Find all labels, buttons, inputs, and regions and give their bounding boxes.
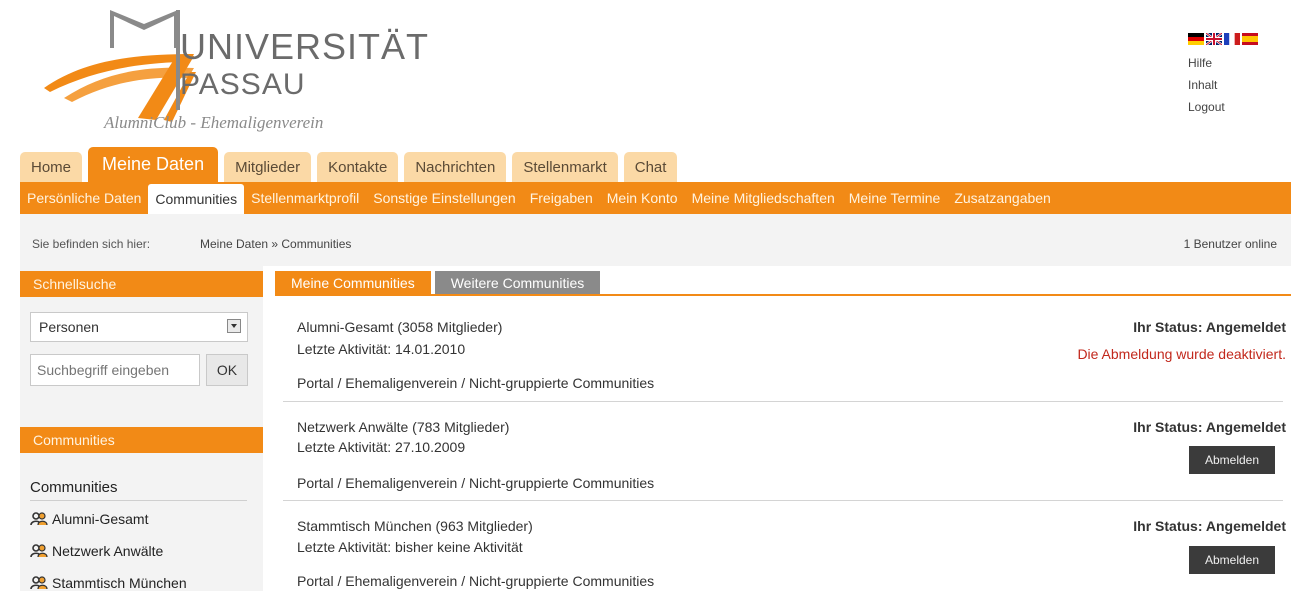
subtab-meine-mitgliedschaften[interactable]: Meine Mitgliedschaften: [685, 182, 842, 214]
subtab-freigaben[interactable]: Freigaben: [523, 182, 600, 214]
sub-navigation: Persönliche Daten Communities Stellenmar…: [20, 182, 1291, 214]
tab-chat[interactable]: Chat: [623, 152, 678, 182]
language-flags: [1188, 33, 1258, 49]
chevron-down-icon[interactable]: [227, 319, 241, 333]
users-online-count: 1 Benutzer online: [1183, 237, 1277, 251]
community-title: Netzwerk Anwälte (783 Mitglieder): [297, 419, 510, 435]
breadcrumb-label: Sie befinden sich hier:: [32, 237, 151, 251]
search-ok-button[interactable]: OK: [206, 354, 248, 386]
unsubscribe-button[interactable]: Abmelden: [1189, 446, 1275, 474]
help-link[interactable]: Hilfe: [1188, 52, 1225, 74]
community-path: Portal / Ehemaligenverein / Nicht-gruppi…: [297, 375, 655, 391]
membership-status: Ihr Status: Angemeldet: [1133, 518, 1286, 534]
search-input[interactable]: [30, 354, 200, 386]
unsubscribe-disabled-note: Die Abmeldung wurde deaktiviert.: [1077, 346, 1286, 362]
community-activity: Letzte Aktivität: bisher keine Aktivität: [297, 539, 523, 555]
brand-passau: PASSAU: [180, 68, 306, 101]
unsubscribe-button[interactable]: Abmelden: [1189, 546, 1275, 574]
search-type-value: Personen: [39, 319, 99, 335]
community-title: Stammtisch München (963 Mitglieder): [297, 518, 533, 534]
logout-link[interactable]: Logout: [1188, 96, 1225, 118]
row-divider: [283, 500, 1283, 501]
search-type-select[interactable]: Personen: [30, 312, 248, 342]
community-path: Portal / Ehemaligenverein / Nicht-gruppi…: [297, 475, 655, 491]
community-title: Alumni-Gesamt (3058 Mitglieder): [297, 319, 503, 335]
community-link-label: Netzwerk Anwälte: [52, 543, 164, 559]
community-link-alumni-gesamt[interactable]: Alumni-Gesamt: [30, 511, 148, 527]
uk-flag-icon[interactable]: [1206, 33, 1222, 45]
tab-underline: [275, 294, 1291, 296]
subtab-persoenliche-daten[interactable]: Persönliche Daten: [20, 182, 148, 214]
tab-nachrichten[interactable]: Nachrichten: [404, 152, 507, 182]
membership-status: Ihr Status: Angemeldet: [1133, 319, 1286, 335]
communities-header: Communities: [20, 427, 263, 453]
divider: [30, 500, 247, 501]
community-path: Portal / Ehemaligenverein / Nicht-gruppi…: [297, 573, 655, 589]
community-link-stammtisch-muenchen[interactable]: Stammtisch München: [30, 575, 187, 591]
contents-link[interactable]: Inhalt: [1188, 74, 1225, 96]
spanish-flag-icon[interactable]: [1242, 33, 1258, 45]
brand-university: UNIVERSITÄT: [180, 26, 430, 67]
community-activity: Letzte Aktivität: 27.10.2009: [297, 439, 466, 455]
group-icon: [30, 544, 48, 558]
main-navigation: Home Meine Daten Mitglieder Kontakte Nac…: [20, 147, 678, 182]
membership-status: Ihr Status: Angemeldet: [1133, 419, 1286, 435]
breadcrumb-bar: Sie befinden sich hier: Meine Daten » Co…: [20, 214, 1291, 266]
subtab-meine-termine[interactable]: Meine Termine: [842, 182, 948, 214]
community-link-netzwerk-anwaelte[interactable]: Netzwerk Anwälte: [30, 543, 163, 559]
subtab-sonstige-einstellungen[interactable]: Sonstige Einstellungen: [366, 182, 522, 214]
community-link-label: Alumni-Gesamt: [52, 511, 149, 527]
tab-weitere-communities[interactable]: Weitere Communities: [434, 271, 601, 295]
communities-list-title: Communities: [30, 479, 118, 496]
community-link-label: Stammtisch München: [52, 575, 187, 591]
brand-subtitle: AlumniClub - Ehemaligenverein: [104, 113, 324, 132]
community-activity: Letzte Aktivität: 14.01.2010: [297, 341, 466, 357]
top-links: Hilfe Inhalt Logout: [1188, 52, 1225, 118]
tab-meine-communities[interactable]: Meine Communities: [275, 271, 431, 295]
row-divider: [283, 401, 1283, 402]
italian-flag-icon[interactable]: [1224, 33, 1240, 45]
quicksearch-header: Schnellsuche: [20, 271, 263, 297]
sidebar: Schnellsuche Personen OK Communities Com…: [20, 266, 263, 591]
subtab-zusatzangaben[interactable]: Zusatzangaben: [947, 182, 1058, 214]
group-icon: [30, 576, 48, 590]
tab-meine-daten[interactable]: Meine Daten: [88, 147, 219, 182]
group-icon: [30, 512, 48, 526]
subtab-mein-konto[interactable]: Mein Konto: [600, 182, 685, 214]
subtab-communities[interactable]: Communities: [148, 184, 245, 214]
tab-home[interactable]: Home: [20, 152, 83, 182]
main-content: Meine Communities Weitere Communities Al…: [275, 266, 1291, 591]
tab-kontakte[interactable]: Kontakte: [317, 152, 399, 182]
tab-mitglieder[interactable]: Mitglieder: [224, 152, 312, 182]
tab-stellenmarkt[interactable]: Stellenmarkt: [512, 152, 618, 182]
german-flag-icon[interactable]: [1188, 33, 1204, 45]
subtab-stellenmarktprofil[interactable]: Stellenmarktprofil: [244, 182, 366, 214]
content-tabs: Meine Communities Weitere Communities: [275, 271, 601, 295]
breadcrumb: Meine Daten » Communities: [200, 237, 352, 251]
